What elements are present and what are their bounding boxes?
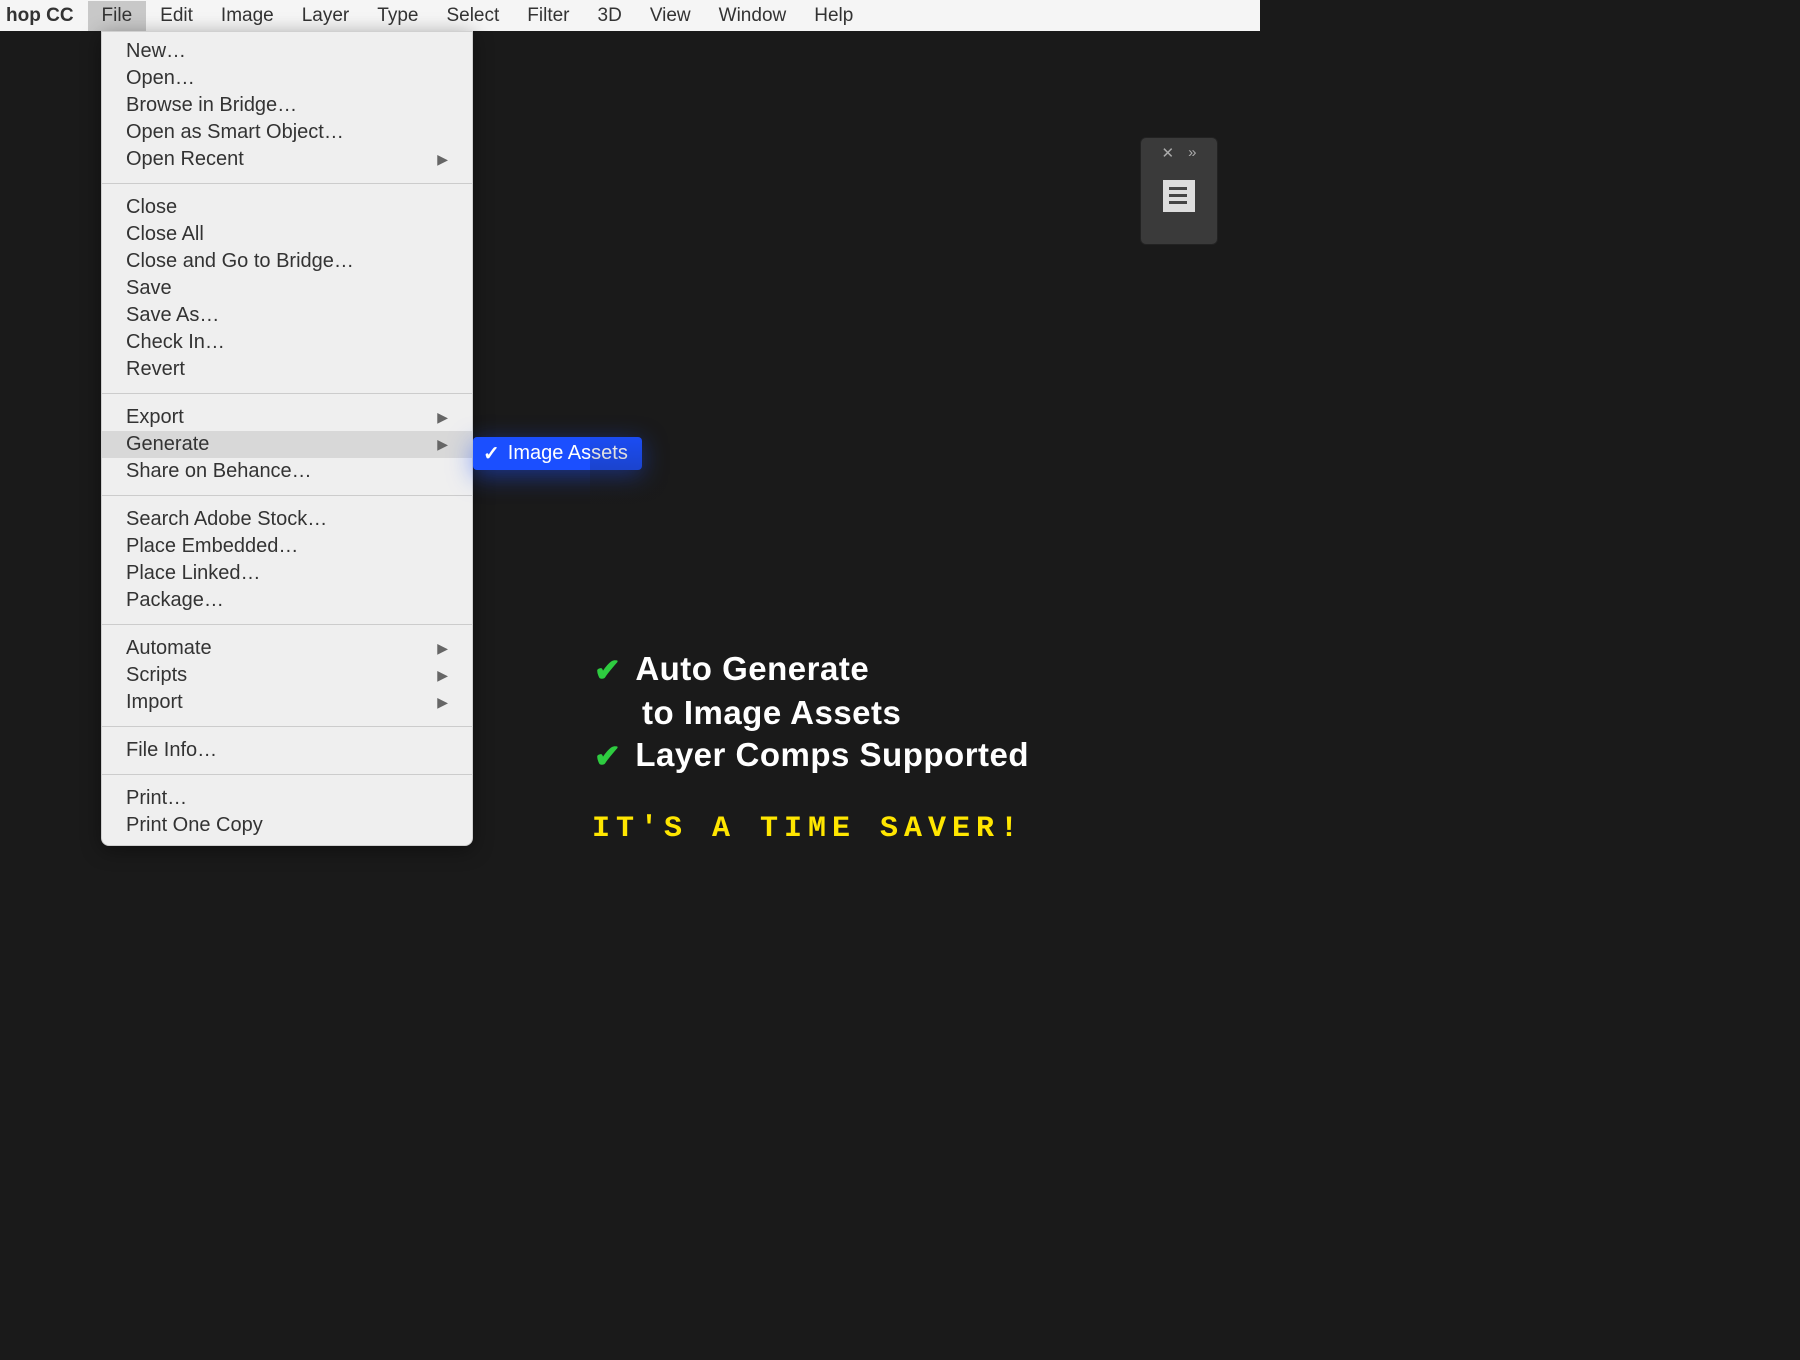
menu-save-as[interactable]: Save As… [102, 302, 472, 329]
menu-help[interactable]: Help [800, 1, 867, 31]
panel-fade [590, 427, 1120, 647]
menu-print-one-copy[interactable]: Print One Copy [102, 812, 472, 839]
chevron-right-icon: ▶ [437, 409, 448, 426]
menu-file[interactable]: File [88, 1, 147, 31]
menu-scripts[interactable]: Scripts▶ [102, 662, 472, 689]
check-icon: ✔ [594, 736, 621, 776]
menu-place-embedded[interactable]: Place Embedded… [102, 533, 472, 560]
menu-export[interactable]: Export▶ [102, 404, 472, 431]
marketing-text: ✔ Auto Generate to Image Assets ✔ Layer … [594, 650, 1029, 780]
file-dropdown: New… Open… Browse in Bridge… Open as Sma… [101, 31, 473, 846]
menu-print[interactable]: Print… [102, 785, 472, 812]
menu-open-smart-object[interactable]: Open as Smart Object… [102, 119, 472, 146]
menu-automate[interactable]: Automate▶ [102, 635, 472, 662]
menu-new[interactable]: New… [102, 38, 472, 65]
chevron-right-icon: ▶ [437, 640, 448, 657]
marketing-line1a: Auto Generate [635, 650, 869, 688]
menu-layer[interactable]: Layer [288, 1, 364, 31]
menu-type[interactable]: Type [363, 1, 432, 31]
close-icon[interactable]: ✕ [1162, 144, 1175, 162]
check-icon: ✔ [594, 650, 621, 690]
menu-open-recent[interactable]: Open Recent▶ [102, 146, 472, 173]
side-mini-panel: ✕ » [1140, 137, 1218, 245]
menu-browse-bridge[interactable]: Browse in Bridge… [102, 92, 472, 119]
menu-package[interactable]: Package… [102, 587, 472, 614]
menu-edit[interactable]: Edit [146, 1, 207, 31]
menu-close-all[interactable]: Close All [102, 221, 472, 248]
menubar: hop CC File Edit Image Layer Type Select… [0, 0, 1260, 31]
layer-comps-icon[interactable] [1163, 180, 1195, 212]
menu-revert[interactable]: Revert [102, 356, 472, 383]
separator [102, 183, 472, 184]
menu-check-in[interactable]: Check In… [102, 329, 472, 356]
marketing-line1b: to Image Assets [642, 694, 901, 732]
check-icon: ✓ [483, 441, 500, 466]
chevron-right-icon: ▶ [437, 667, 448, 684]
separator [102, 393, 472, 394]
app-name: hop CC [6, 5, 74, 27]
menu-close-bridge[interactable]: Close and Go to Bridge… [102, 248, 472, 275]
menu-select[interactable]: Select [432, 1, 513, 31]
chevron-right-icon: ▶ [437, 694, 448, 711]
menu-file-info[interactable]: File Info… [102, 737, 472, 764]
tagline: IT'S A TIME SAVER! [592, 812, 1024, 846]
separator [102, 624, 472, 625]
chevron-right-icon: ▶ [437, 151, 448, 168]
menu-open[interactable]: Open… [102, 65, 472, 92]
menu-search-adobe-stock[interactable]: Search Adobe Stock… [102, 506, 472, 533]
marketing-line2: Layer Comps Supported [635, 736, 1029, 774]
menu-generate[interactable]: Generate▶ [102, 431, 472, 458]
separator [102, 495, 472, 496]
menu-filter[interactable]: Filter [513, 1, 583, 31]
separator [102, 774, 472, 775]
menu-place-linked[interactable]: Place Linked… [102, 560, 472, 587]
menu-close[interactable]: Close [102, 194, 472, 221]
expand-icon[interactable]: » [1188, 144, 1196, 162]
menu-3d[interactable]: 3D [584, 1, 636, 31]
menu-window[interactable]: Window [705, 1, 801, 31]
menu-view[interactable]: View [636, 1, 705, 31]
menu-save[interactable]: Save [102, 275, 472, 302]
chevron-right-icon: ▶ [437, 436, 448, 453]
separator [102, 726, 472, 727]
menu-import[interactable]: Import▶ [102, 689, 472, 716]
menu-image[interactable]: Image [207, 1, 288, 31]
menu-share-behance[interactable]: Share on Behance… [102, 458, 472, 485]
